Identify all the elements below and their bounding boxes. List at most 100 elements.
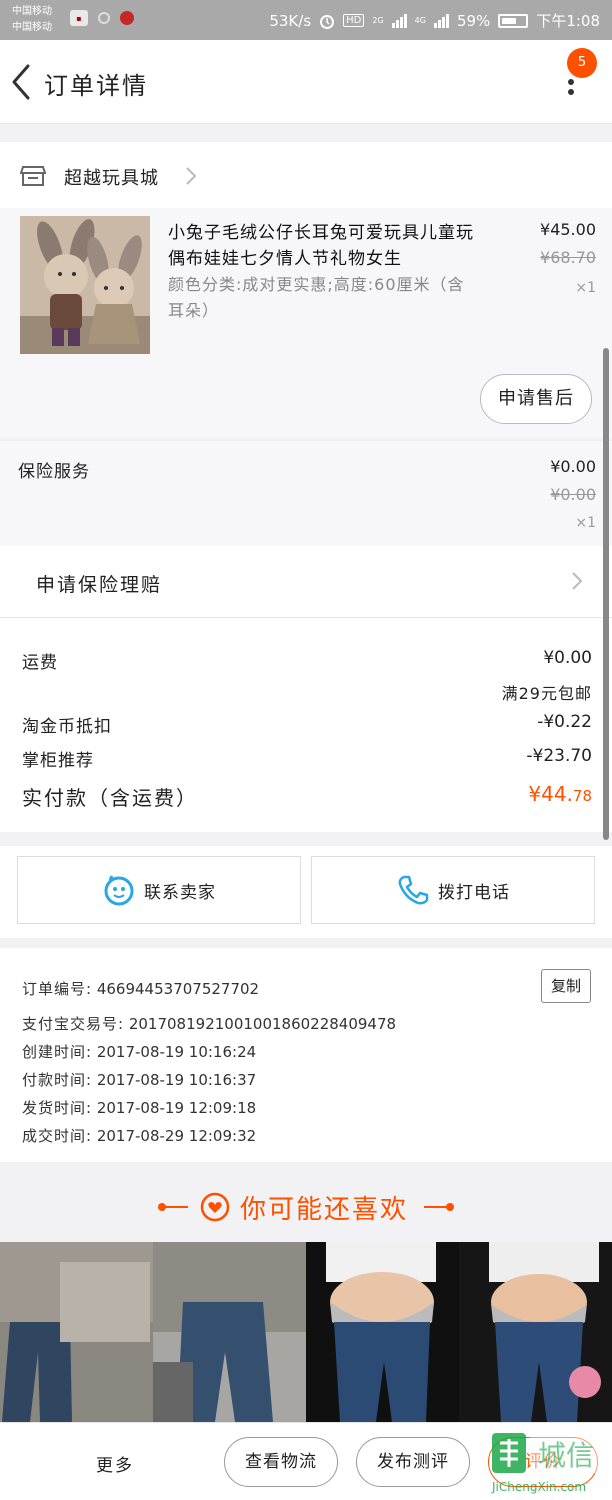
bottom-action-bar: 更多 查看物流 发布测评 评价 城信 JiChengXin.com [0,1422,612,1500]
insurance-item: 保险服务 ¥0.00 ¥0.00 ×1 [0,440,612,546]
deal-time-row: 成交时间: 2017-08-29 12:09:32 [22,1125,256,1146]
order-number-key: 订单编号: [22,980,93,998]
paid-time-value: 2017-08-19 10:16:37 [96,1071,257,1089]
divider-dot-right [446,1203,454,1211]
alipay-trade-key: 支付宝交易号: [22,1015,125,1033]
contact-seller-label: 联系卖家 [144,882,216,903]
heart-circle-icon [200,1192,230,1222]
recommend-discount-row: 掌柜推荐 -¥23.70 [22,746,592,771]
recommend-discount-label: 掌柜推荐 [22,751,94,771]
created-time-key: 创建时间: [22,1043,93,1061]
paid-time-key: 付款时间: [22,1071,93,1089]
net-2g-label: 2G [372,16,384,25]
more-actions-button[interactable]: 更多 [96,1451,134,1476]
publish-review-button[interactable]: 发布测评 [356,1437,470,1487]
created-time-row: 创建时间: 2017-08-19 10:16:24 [22,1041,256,1062]
deal-time-key: 成交时间: [22,1127,93,1145]
battery-icon [498,13,529,28]
alarm-icon [320,14,335,29]
insurance-claim-label[interactable]: 申请保险理赔 [36,570,162,597]
view-logistics-button[interactable]: 查看物流 [224,1437,338,1487]
alipay-trade-row: 支付宝交易号: 2017081921001001860228409478 [22,1013,396,1034]
scrollbar[interactable] [603,348,609,840]
recommend-product-image-3[interactable] [306,1242,459,1422]
copy-button[interactable]: 复制 [541,969,591,1003]
shipping-label: 运费 [22,653,58,673]
signal-icon-2 [433,13,449,28]
product-thumbnail[interactable] [20,216,150,354]
jeans-chair-image [153,1242,306,1422]
contact-section: 联系卖家 拨打电话 [0,846,612,938]
shipped-time-value: 2017-08-19 12:09:18 [96,1099,257,1117]
net-4g-label: 4G [414,16,426,25]
total-decimal: 78 [572,787,592,805]
shipping-row: 运费 ¥0.00 [22,648,592,673]
recommend-title: 你可能还喜欢 [240,1195,409,1225]
nav-bar: 订单详情 5 [0,40,612,124]
product-quantity: ×1 [575,280,596,296]
free-shipping-note: 满29元包邮 [501,684,592,703]
insurance-claim-row[interactable]: 申请保险理赔 [0,546,612,618]
recommend-discount-value: -¥23.70 [526,746,592,766]
contact-seller-button[interactable]: 联系卖家 [17,856,301,924]
phone-icon [398,875,429,905]
total-row: 实付款（含运费） ¥44.78 [22,782,592,811]
paid-time-row: 付款时间: 2017-08-19 10:16:37 [22,1069,256,1090]
total-value: ¥44.78 [528,782,592,806]
order-number-value[interactable]: 46694453707527702 [97,980,259,998]
watermark-text: JiChengXin.com [491,1480,586,1494]
product-price: ¥45.00 [540,220,596,239]
recommend-product-image-4[interactable] [459,1242,612,1422]
rabbit-dolls-image [20,216,150,354]
chevron-right-icon [186,167,197,185]
shop-name[interactable]: 超越玩具城 [64,164,159,190]
hd-label: HD [343,14,365,27]
status-right: 53K/s HD 2G 4G 59% 下午1:08 [269,10,600,31]
recommend-product-image-2[interactable] [153,1242,306,1422]
order-item[interactable]: 小兔子毛绒公仔长耳兔可爱玩具儿童玩偶布娃娃七夕情人节礼物女生 颜色分类:成对更实… [0,208,612,438]
watermark-logo: 城信 JiChengXin.com [491,1433,610,1494]
maternity-jeans-image [306,1242,459,1422]
store-icon [20,166,46,186]
shop-row[interactable]: 超越玩具城 [0,142,612,208]
apple-icon [120,11,134,25]
back-button[interactable] [6,62,36,102]
net-speed: 53K/s [269,11,312,30]
recommend-header: 你可能还喜欢 [0,1162,612,1242]
page-title: 订单详情 [44,72,148,100]
carrier-2: 中国移动 [12,22,52,33]
total-main: ¥44. [528,782,573,806]
carrier-labels: 中国移动 中国移动 [12,4,52,36]
call-label: 拨打电话 [438,882,510,903]
signal-icon-1 [391,13,407,28]
created-time-value: 2017-08-19 10:16:24 [96,1043,257,1061]
shipping-value: ¥0.00 [543,648,592,668]
coin-value: -¥0.22 [537,712,592,732]
insurance-quantity: ×1 [575,515,596,531]
chat-face-icon [104,875,134,906]
insurance-original-price: ¥0.00 [550,485,596,504]
clock: 下午1:08 [536,12,600,30]
notification-icons: ▪ [70,10,134,26]
shipped-time-row: 发货时间: 2017-08-19 12:09:18 [22,1097,256,1118]
carrier-1: 中国移动 [12,6,52,17]
aftersale-button[interactable]: 申请售后 [480,374,592,424]
product-spec: 颜色分类:成对更实惠;高度:60厘米（含耳朵） [168,275,465,320]
satellite-icon [98,12,110,24]
recommend-product-image-1[interactable] [0,1242,153,1422]
svg-text:城信: 城信 [538,1439,594,1472]
deal-time-value: 2017-08-29 12:09:32 [96,1127,257,1145]
call-button[interactable]: 拨打电话 [311,856,595,924]
coin-label: 淘金币抵扣 [22,717,112,737]
order-number-row: 订单编号: 46694453707527702 [22,978,259,999]
chevron-left-icon [12,64,30,100]
shipped-time-key: 发货时间: [22,1099,93,1117]
product-title[interactable]: 小兔子毛绒公仔长耳兔可爱玩具儿童玩偶布娃娃七夕情人节礼物女生 [168,220,478,272]
insurance-label: 保险服务 [18,462,90,482]
alipay-trade-value: 2017081921001001860228409478 [128,1015,397,1033]
insurance-price: ¥0.00 [550,457,596,476]
product-original-price: ¥68.70 [540,248,596,267]
app-notification-icon: ▪ [70,10,88,26]
coin-row: 淘金币抵扣 -¥0.22 [22,712,592,737]
payment-summary: 运费 ¥0.00 满29元包邮 淘金币抵扣 -¥0.22 掌柜推荐 -¥23.7… [0,618,612,832]
